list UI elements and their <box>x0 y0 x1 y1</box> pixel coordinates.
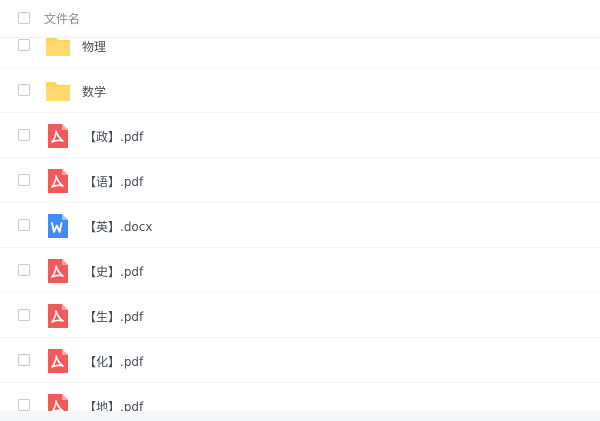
row-checkbox[interactable] <box>18 84 30 96</box>
filename-column-header[interactable]: 文件名 <box>44 10 80 27</box>
file-name[interactable]: 【地】.pdf <box>84 398 143 411</box>
file-row[interactable]: 【政】.pdf <box>0 113 600 158</box>
file-row[interactable]: 数学 <box>0 68 600 113</box>
word-file-icon <box>45 213 71 239</box>
file-name[interactable]: 数学 <box>82 83 106 100</box>
select-all-checkbox[interactable] <box>18 12 30 24</box>
file-row[interactable]: 【语】.pdf <box>0 158 600 203</box>
folder-icon <box>45 78 71 104</box>
row-checkbox[interactable] <box>18 354 30 366</box>
pdf-file-icon <box>45 123 71 149</box>
file-name[interactable]: 【化】.pdf <box>84 353 143 370</box>
file-row[interactable]: 【生】.pdf <box>0 293 600 338</box>
row-checkbox[interactable] <box>18 264 30 276</box>
file-row[interactable]: 【化】.pdf <box>0 338 600 383</box>
bottom-scroll-strip <box>0 411 600 421</box>
file-name[interactable]: 【史】.pdf <box>84 263 143 280</box>
file-name[interactable]: 【英】.docx <box>84 218 152 235</box>
pdf-file-icon <box>45 393 71 411</box>
file-row[interactable]: 【史】.pdf <box>0 248 600 293</box>
row-checkbox[interactable] <box>18 39 30 51</box>
file-name[interactable]: 物理 <box>82 38 106 55</box>
file-list-header: 文件名 <box>0 0 600 38</box>
pdf-file-icon <box>45 258 71 284</box>
row-checkbox[interactable] <box>18 129 30 141</box>
file-name[interactable]: 【语】.pdf <box>84 173 143 190</box>
file-name[interactable]: 【生】.pdf <box>84 308 143 325</box>
row-checkbox[interactable] <box>18 174 30 186</box>
row-checkbox[interactable] <box>18 309 30 321</box>
pdf-file-icon <box>45 348 71 374</box>
file-name[interactable]: 【政】.pdf <box>84 128 143 145</box>
file-row[interactable]: 【地】.pdf <box>0 383 600 411</box>
pdf-file-icon <box>45 303 71 329</box>
row-checkbox[interactable] <box>18 219 30 231</box>
file-list[interactable]: 物理 数学 【政】.pdf 【语】.pdf 【英】.docx 【史】.pdf 【… <box>0 23 600 411</box>
row-checkbox[interactable] <box>18 399 30 411</box>
pdf-file-icon <box>45 168 71 194</box>
file-row[interactable]: 【英】.docx <box>0 203 600 248</box>
